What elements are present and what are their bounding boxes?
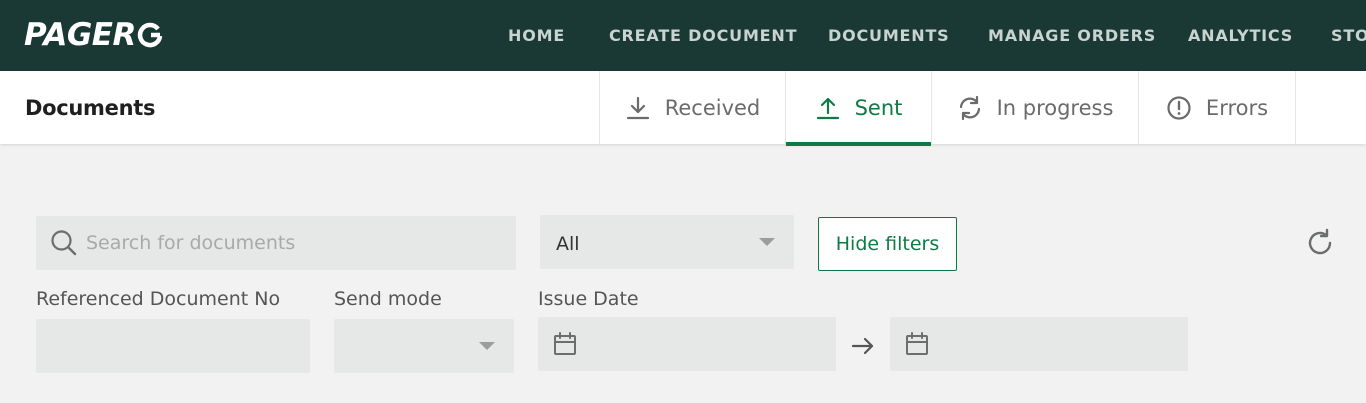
top-navigation-bar: PAGER HOME CREATE DOCUMENT DOCUMENTS MAN… [0, 0, 1366, 71]
refresh-icon[interactable] [1306, 228, 1336, 258]
tab-label: Sent [854, 95, 903, 120]
referenced-document-no-field[interactable] [36, 319, 310, 373]
search-box[interactable] [36, 216, 516, 270]
nav-item-documents[interactable]: DOCUMENTS [828, 0, 950, 71]
tab-label: In progress [996, 95, 1114, 120]
issue-date-from-field[interactable] [538, 317, 836, 371]
chevron-down-icon [759, 238, 775, 246]
search-icon [51, 230, 77, 256]
tab-sent[interactable]: Sent [785, 71, 931, 146]
logo-o-icon [137, 22, 163, 48]
nav-item-overflow[interactable]: STO [1331, 0, 1366, 71]
issue-date-to-field[interactable] [890, 317, 1188, 371]
upload-icon [816, 97, 839, 119]
logo-text: PAGER [24, 17, 136, 53]
chevron-down-icon [479, 342, 495, 350]
search-input[interactable] [86, 232, 486, 254]
tab-divider [1295, 71, 1296, 144]
tab-errors[interactable]: Errors [1138, 71, 1295, 144]
status-select[interactable]: All [540, 215, 794, 269]
tab-label: Received [664, 95, 761, 120]
referenced-document-no-label: Referenced Document No [36, 288, 281, 310]
send-mode-label: Send mode [334, 288, 442, 310]
page-header: Documents Received Sent In progress Erro… [0, 71, 1366, 146]
nav-item-analytics[interactable]: ANALYTICS [1188, 0, 1293, 71]
status-select-value: All [556, 233, 580, 255]
calendar-icon [554, 332, 576, 355]
calendar-icon [906, 332, 928, 355]
send-mode-select[interactable] [334, 319, 514, 373]
nav-item-home[interactable]: HOME [508, 0, 565, 71]
tab-label: Errors [1205, 95, 1269, 120]
pagero-logo[interactable]: PAGER [24, 17, 163, 53]
issue-date-label: Issue Date [538, 288, 639, 310]
hide-filters-button[interactable]: Hide filters [818, 217, 957, 271]
page-title: Documents [25, 96, 156, 120]
download-icon [626, 96, 649, 119]
tab-in-progress[interactable]: In progress [931, 71, 1138, 144]
nav-item-create-document[interactable]: CREATE DOCUMENT [609, 0, 797, 71]
tab-received[interactable]: Received [599, 71, 785, 144]
sync-icon [959, 95, 980, 120]
error-icon [1167, 95, 1191, 120]
nav-item-manage-orders[interactable]: MANAGE ORDERS [988, 0, 1156, 71]
arrow-right-icon [851, 337, 874, 355]
